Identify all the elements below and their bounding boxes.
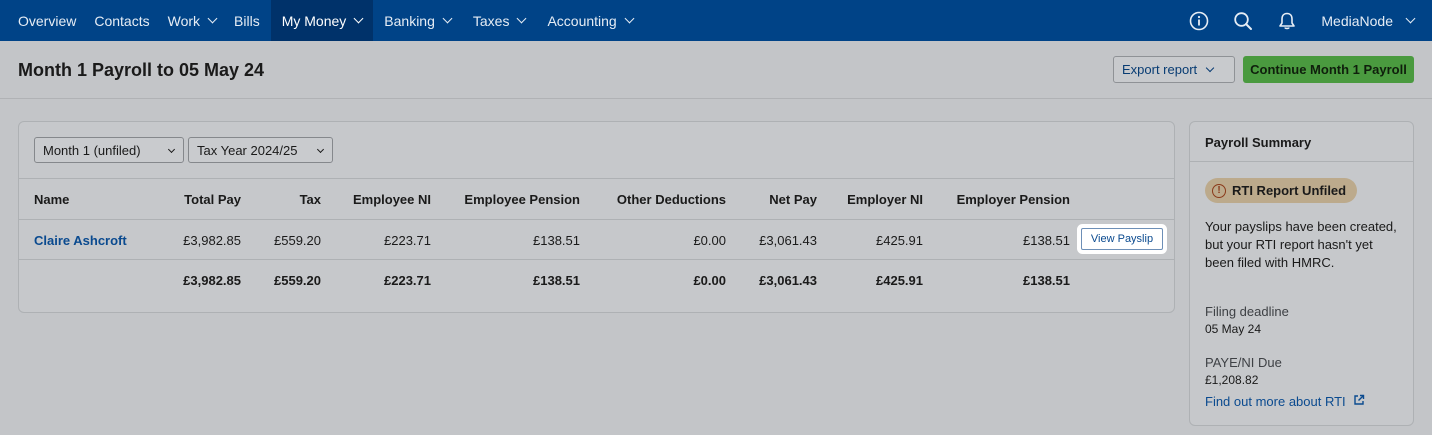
continue-payroll-button[interactable]: Continue Month 1 Payroll <box>1243 56 1414 83</box>
nav-overview[interactable]: Overview <box>0 0 84 41</box>
user-name: MediaNode <box>1321 12 1393 29</box>
nav-label: Contacts <box>94 12 150 29</box>
divider <box>19 178 1174 179</box>
chevron-down-icon <box>167 145 176 154</box>
filing-deadline-value: 05 May 24 <box>1205 322 1262 336</box>
paye-ni-due-label: PAYE/NI Due <box>1205 355 1282 370</box>
total-employee-ni: £223.71 <box>384 273 431 288</box>
bell-icon[interactable] <box>1265 0 1309 41</box>
cell-other-deductions: £0.00 <box>693 233 726 248</box>
filing-deadline-label: Filing deadline <box>1205 304 1289 319</box>
tax-year-select-value: Tax Year 2024/25 <box>197 142 298 158</box>
cell-employee-ni: £223.71 <box>384 233 431 248</box>
nav-work[interactable]: Work <box>158 0 224 41</box>
view-payslip-button[interactable]: View Payslip <box>1081 228 1163 250</box>
warning-icon: ! <box>1212 183 1226 198</box>
nav-label: Accounting <box>547 12 617 29</box>
employee-name-link[interactable]: Claire Ashcroft <box>34 233 127 248</box>
divider <box>19 219 1174 220</box>
divider <box>19 259 1174 260</box>
cell-tax: £559.20 <box>274 233 321 248</box>
nav-label: Banking <box>384 12 435 29</box>
column-header-employee-pension: Employee Pension <box>464 192 580 207</box>
tax-year-select[interactable]: Tax Year 2024/25 <box>188 137 333 163</box>
paye-ni-due-value: £1,208.82 <box>1205 373 1259 387</box>
nav-right-group: MediaNode <box>1177 0 1416 41</box>
nav-label: My Money <box>281 12 347 29</box>
rti-status-badge: ! RTI Report Unfiled <box>1205 178 1358 203</box>
top-navigation: Overview Contacts Work Bills My Money Ba… <box>0 0 1432 41</box>
column-header-total-pay: Total Pay <box>184 192 241 207</box>
column-header-other-deductions: Other Deductions <box>616 192 726 207</box>
view-payslip-label: View Payslip <box>1090 233 1154 245</box>
nav-label: Bills <box>234 12 260 29</box>
total-employer-ni: £425.91 <box>876 273 923 288</box>
payroll-summary-panel: Payroll Summary ! RTI Report Unfiled You… <box>1189 121 1414 426</box>
nav-label: Work <box>167 12 201 29</box>
cell-employer-pension: £138.51 <box>1023 233 1070 248</box>
cell-total-pay: £3,982.85 <box>183 233 241 248</box>
cell-employer-ni: £425.91 <box>876 233 923 248</box>
info-icon[interactable] <box>1177 0 1221 41</box>
continue-payroll-label: Continue Month 1 Payroll <box>1250 62 1407 77</box>
period-select[interactable]: Month 1 (unfiled) <box>34 137 184 163</box>
nav-label: Overview <box>18 12 77 29</box>
rti-message: Your payslips have been created, but you… <box>1205 219 1397 270</box>
chevron-down-icon <box>624 13 635 24</box>
column-header-employee-ni: Employee NI <box>352 192 431 207</box>
export-report-label: Export report <box>1122 62 1198 77</box>
total-other-deductions: £0.00 <box>693 273 726 288</box>
summary-title: Payroll Summary <box>1205 135 1312 150</box>
nav-accounting[interactable]: Accounting <box>533 0 640 41</box>
total-employer-pension: £138.51 <box>1023 273 1070 288</box>
period-select-value: Month 1 (unfiled) <box>43 142 141 158</box>
column-header-employer-ni: Employer NI <box>847 192 923 207</box>
chevron-down-icon <box>353 13 364 24</box>
payroll-table-card: Month 1 (unfiled) Tax Year 2024/25 Name … <box>18 121 1175 313</box>
nav-label: Taxes <box>472 12 510 29</box>
nav-contacts[interactable]: Contacts <box>84 0 157 41</box>
nav-taxes[interactable]: Taxes <box>459 0 534 41</box>
nav-banking[interactable]: Banking <box>373 0 459 41</box>
total-total-pay: £3,982.85 <box>183 273 241 288</box>
external-link-icon <box>1353 394 1365 409</box>
column-header-net-pay: Net Pay <box>769 192 817 207</box>
chevron-down-icon <box>1405 13 1416 24</box>
nav-my-money[interactable]: My Money <box>270 0 374 41</box>
page-title: Month 1 Payroll to 05 May 24 <box>18 60 265 80</box>
chevron-down-icon <box>207 13 218 24</box>
divider <box>1190 161 1413 162</box>
cell-net-pay: £3,061.43 <box>759 233 817 248</box>
nav-bills[interactable]: Bills <box>224 0 271 41</box>
export-report-button[interactable]: Export report <box>1113 56 1235 83</box>
column-header-name: Name <box>34 192 70 207</box>
total-tax: £559.20 <box>274 273 321 288</box>
user-menu[interactable]: MediaNode <box>1309 12 1416 29</box>
rti-status-label: RTI Report Unfiled <box>1232 183 1347 198</box>
page-header: Month 1 Payroll to 05 May 24 Export repo… <box>0 41 1432 99</box>
chevron-down-icon <box>316 145 325 154</box>
column-header-tax: Tax <box>299 192 321 207</box>
chevron-down-icon <box>517 13 527 24</box>
search-icon[interactable] <box>1221 0 1265 41</box>
total-employee-pension: £138.51 <box>533 273 580 288</box>
rti-info-link-label: Find out more about RTI <box>1205 394 1346 409</box>
chevron-down-icon <box>442 13 453 24</box>
column-header-employer-pension: Employer Pension <box>956 192 1070 207</box>
chevron-down-icon <box>1205 63 1215 72</box>
rti-info-link[interactable]: Find out more about RTI <box>1205 394 1365 409</box>
total-net-pay: £3,061.43 <box>759 273 817 288</box>
cell-employee-pension: £138.51 <box>533 233 580 248</box>
